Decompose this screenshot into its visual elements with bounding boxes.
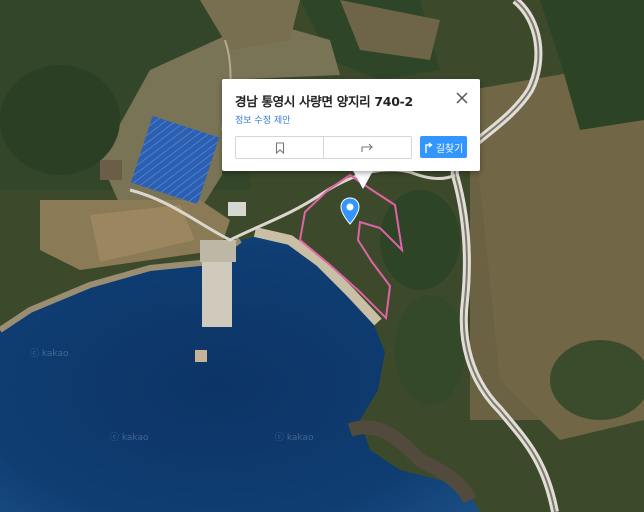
bookmark-icon — [275, 141, 284, 154]
bookmark-button[interactable] — [236, 137, 323, 158]
map-watermark: ⓒ kakao — [110, 433, 149, 443]
info-popup: 경남 통영시 사량면 양지리 740-2 정보 수정 제안 길찾기 — [222, 79, 480, 171]
satellite-map[interactable] — [0, 0, 644, 512]
route-label: 길찾기 — [435, 143, 464, 155]
share-icon — [361, 143, 373, 152]
location-pin-icon[interactable] — [340, 197, 360, 225]
share-button[interactable] — [323, 137, 411, 158]
map-watermark: ⓒ kakao — [30, 349, 69, 359]
popup-tail — [352, 169, 374, 189]
edit-suggestion-link[interactable]: 정보 수정 제안 — [235, 113, 290, 126]
close-icon[interactable] — [454, 90, 470, 106]
floating-platform — [195, 350, 207, 362]
route-icon — [424, 141, 433, 153]
route-button[interactable]: 길찾기 — [420, 136, 467, 158]
action-button-group — [235, 136, 412, 159]
map-watermark: ⓒ kakao — [275, 433, 314, 443]
address-title: 경남 통영시 사량면 양지리 740-2 — [235, 94, 413, 109]
